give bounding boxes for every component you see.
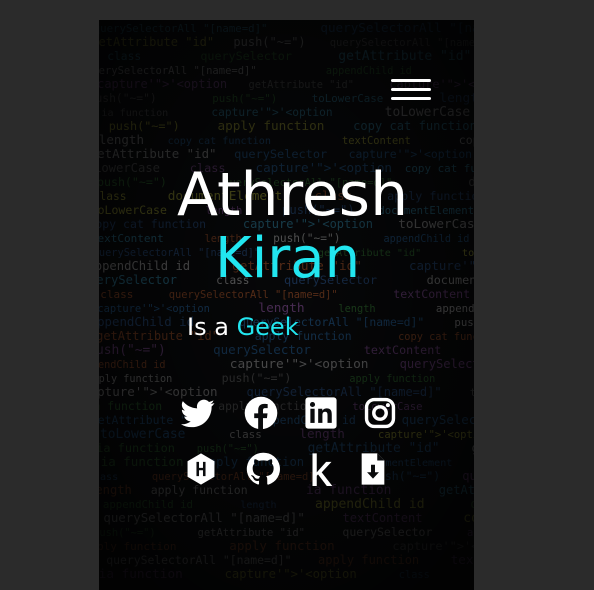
twitter-icon[interactable] xyxy=(181,396,215,430)
first-name: Athresh xyxy=(177,160,409,230)
menu-bar xyxy=(391,97,431,100)
facebook-icon[interactable] xyxy=(244,396,278,430)
linkedin-icon[interactable] xyxy=(304,396,338,430)
hackerrank-icon[interactable] xyxy=(184,452,218,486)
hamburger-menu-button[interactable] xyxy=(391,77,433,105)
kaggle-icon[interactable] xyxy=(304,452,338,486)
menu-bar xyxy=(391,88,431,91)
last-name: Kiran xyxy=(215,226,361,291)
vignette-overlay xyxy=(99,20,474,590)
menu-bar xyxy=(391,79,431,82)
code-background: querySelectorAll "[name=d]"querySelector… xyxy=(99,20,474,590)
tagline: Is a Geek xyxy=(187,312,299,342)
instagram-icon[interactable] xyxy=(363,396,397,430)
phone-viewport: querySelectorAll "[name=d]"querySelector… xyxy=(99,20,474,590)
tagline-prefix: Is a xyxy=(187,313,229,341)
tagline-word: Geek xyxy=(236,313,299,341)
github-icon[interactable] xyxy=(246,452,280,486)
resume-download-icon[interactable] xyxy=(356,452,390,486)
